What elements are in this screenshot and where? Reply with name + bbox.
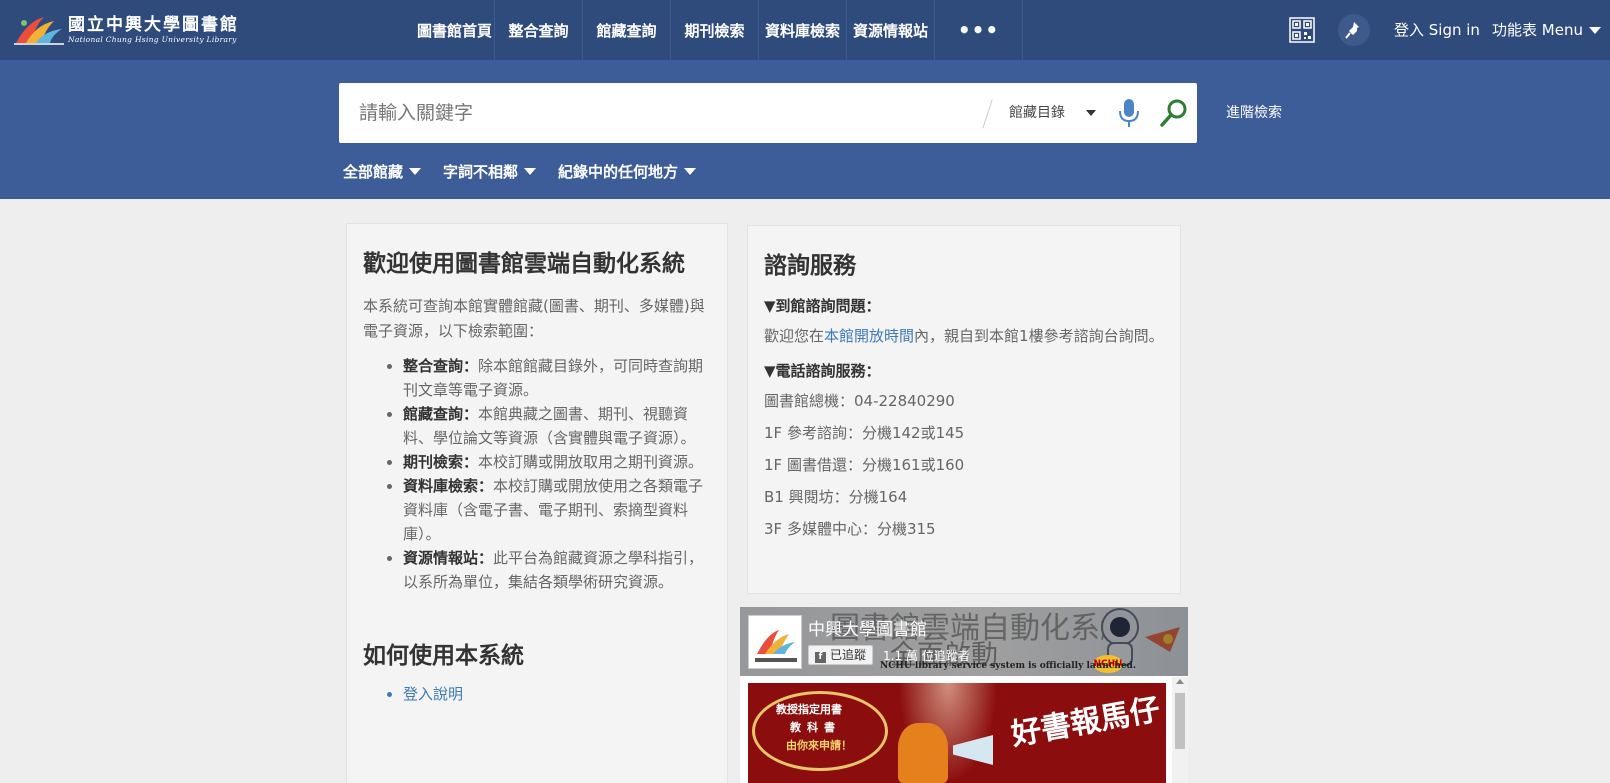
- feature-term: 資源情報站：: [403, 549, 494, 567]
- microphone-icon[interactable]: [1117, 98, 1141, 128]
- feature-term: 資料庫檢索：: [403, 477, 494, 495]
- menu-button[interactable]: 功能表 Menu: [1492, 0, 1601, 60]
- post-title: 好書報馬仔: [1008, 692, 1163, 753]
- list-item: 整合查詢：除本館館藏目錄外，可同時查詢期刊文章等電子資源。: [403, 354, 711, 402]
- phone-line: 圖書館總機：04-22840290: [764, 392, 955, 410]
- fox-mascot-icon: [898, 723, 948, 783]
- facebook-icon: f: [815, 652, 826, 663]
- caret-down-icon: [684, 167, 697, 175]
- logo-title-en: National Chung Hsing University Library: [68, 35, 237, 44]
- phone-line: 1F 參考諮詢：分機142或145: [764, 424, 965, 442]
- phone-line: 3F 多媒體中心：分機315: [764, 520, 936, 538]
- top-navbar: 國立中興大學圖書館 National Chung Hsing Universit…: [0, 0, 1610, 60]
- consult-card: 諮詢服務 ▼到館諮詢問題： 歡迎您在本館開放時間內，親自到本館1樓參考諮詢台詢問…: [747, 225, 1181, 594]
- filter-collection[interactable]: 全部館藏: [343, 160, 422, 182]
- login-guide-link[interactable]: 登入說明: [403, 682, 711, 706]
- search-box: 館藏目錄: [339, 83, 1197, 143]
- post-line-3: 由你來申請！: [786, 739, 852, 752]
- nav-integrated-search[interactable]: 整合查詢: [495, 0, 583, 60]
- facebook-page-avatar[interactable]: [748, 615, 802, 669]
- search-icon[interactable]: [1159, 98, 1189, 128]
- filter-collection-label: 全部館藏: [343, 162, 404, 181]
- feature-list: 整合查詢：除本館館藏目錄外，可同時查詢期刊文章等電子資源。 館藏查詢：本館典藏之…: [363, 354, 711, 594]
- feature-desc: 本校訂購或開放取用之期刊資源。: [478, 453, 704, 471]
- facebook-page-name[interactable]: 中興大學圖書館: [808, 615, 927, 640]
- facebook-scrollbar[interactable]: [1172, 677, 1188, 783]
- facebook-followers: 1.1 萬 位追蹤者: [883, 649, 970, 663]
- nav-database-search[interactable]: 資料庫檢索: [759, 0, 847, 60]
- post-line-2: 教科書: [790, 721, 841, 734]
- filter-word-proximity[interactable]: 字詞不相鄰: [443, 160, 537, 182]
- menu-label: 功能表 Menu: [1492, 21, 1583, 39]
- nav-resource-station[interactable]: 資源情報站: [847, 0, 935, 60]
- scroll-up-icon[interactable]: [1176, 679, 1184, 684]
- signin-link[interactable]: 登入 Sign in: [1394, 0, 1480, 60]
- qr-code-icon[interactable]: [1289, 17, 1315, 43]
- library-logo[interactable]: 國立中興大學圖書館 National Chung Hsing Universit…: [14, 12, 239, 48]
- filter-field[interactable]: 紀錄中的任何地方: [558, 160, 697, 182]
- caret-down-icon: [524, 167, 537, 175]
- menu-caret-icon: [1588, 27, 1601, 34]
- logo-title-cn: 國立中興大學圖書館: [68, 15, 239, 35]
- onsite-heading: ▼到館諮詢問題：: [764, 297, 881, 315]
- onsite-text-pre: 歡迎您在: [764, 327, 825, 345]
- feature-term: 整合查詢：: [403, 357, 479, 375]
- main-nav: 圖書館首頁 整合查詢 館藏查詢 期刊檢索 資料庫檢索 資源情報站 •••: [415, 0, 1023, 60]
- onsite-text-post: 內，親自到本館1樓參考諮詢台詢問。: [914, 327, 1164, 345]
- scrollbar-thumb[interactable]: [1175, 693, 1185, 749]
- opening-hours-link[interactable]: 本館開放時間: [824, 327, 914, 345]
- list-item: 資料庫檢索：本校訂購或開放使用之各類電子資料庫（含電子書、電子期刊、索摘型資料庫…: [403, 474, 711, 546]
- list-item: 期刊檢索：本校訂購或開放取用之期刊資源。: [403, 450, 711, 474]
- welcome-title: 歡迎使用圖書館雲端自動化系統: [363, 251, 685, 277]
- feature-term: 館藏查詢：: [403, 405, 479, 423]
- phone-heading: ▼電話諮詢服務：: [764, 362, 881, 380]
- phone-line: 1F 圖書借還：分機161或160: [764, 456, 965, 474]
- pin-icon: [1345, 22, 1359, 39]
- welcome-card: 歡迎使用圖書館雲端自動化系統 本系統可查詢本館實體館藏(圖書、期刊、多媒體)與電…: [346, 223, 728, 783]
- list-item: 資源情報站：此平台為館藏資源之學科指引，以系所為單位，集結各類學術研究資源。: [403, 546, 711, 594]
- nav-home[interactable]: 圖書館首頁: [415, 0, 495, 60]
- phone-line: B1 興閱坊：分機164: [764, 488, 908, 506]
- facebook-follow-button[interactable]: f 已追蹤: [808, 645, 874, 665]
- facebook-page-embed[interactable]: 圖書館雲端自動化系統 全面啟動 NCHU NCHU library servic…: [740, 607, 1188, 783]
- filter-word-proximity-label: 字詞不相鄰: [443, 162, 519, 181]
- scope-caret-icon[interactable]: [1086, 110, 1096, 116]
- welcome-intro: 本系統可查詢本館實體館藏(圖書、期刊、多媒體)與電子資源，以下檢索範圍：: [363, 297, 705, 340]
- facebook-post-image[interactable]: 教授指定用書 教科書 由你來申請！ 好書報馬仔: [748, 683, 1166, 783]
- feature-term: 期刊檢索：: [403, 453, 479, 471]
- facebook-cover-image: 圖書館雲端自動化系統 全面啟動 NCHU NCHU library servic…: [740, 607, 1188, 676]
- nav-more-button[interactable]: •••: [935, 0, 1023, 60]
- onsite-text: 歡迎您在本館開放時間內，親自到本館1樓參考諮詢台詢問。: [764, 324, 1164, 349]
- logo-mark-icon: [14, 13, 64, 47]
- search-filters: 全部館藏 字詞不相鄰 紀錄中的任何地方: [343, 160, 718, 182]
- search-scope-select[interactable]: 館藏目錄: [1009, 83, 1065, 143]
- advanced-search-link[interactable]: 進階檢索: [1226, 102, 1282, 122]
- nav-journal-search[interactable]: 期刊檢索: [671, 0, 759, 60]
- consult-title: 諮詢服務: [764, 253, 856, 279]
- filter-field-label: 紀錄中的任何地方: [558, 162, 679, 181]
- nav-catalog-search[interactable]: 館藏查詢: [583, 0, 671, 60]
- list-item: 館藏查詢：本館典藏之圖書、期刊、視聽資料、學位論文等資源（含實體與電子資源）。: [403, 402, 711, 450]
- search-divider: [982, 99, 993, 129]
- caret-down-icon: [409, 167, 422, 175]
- howto-title: 如何使用本系統: [363, 643, 524, 669]
- follow-label: 已追蹤: [830, 648, 867, 662]
- search-input[interactable]: [359, 83, 969, 143]
- post-line-1: 教授指定用書: [776, 703, 842, 716]
- pin-button[interactable]: [1338, 14, 1370, 46]
- howto-list: 登入說明: [363, 682, 711, 706]
